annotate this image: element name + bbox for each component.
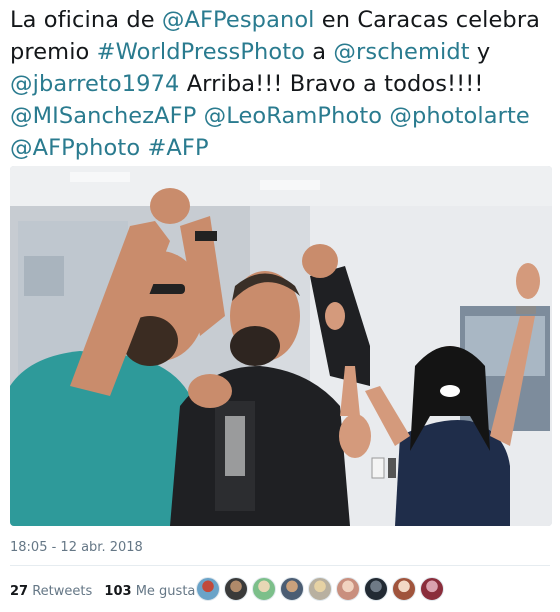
mention-link[interactable]: @rschemidt [333,39,469,65]
avatar[interactable] [364,577,388,601]
avatar[interactable] [196,577,220,601]
tweet-stats: 27 Retweets 103 Me gusta [10,584,203,599]
tweet-text-segment: Arriba!!! Bravo a todos!!!! [179,71,484,97]
likes-label: Me gusta [135,584,196,599]
tweet-timestamp[interactable]: 18:05 - 12 abr. 2018 [10,540,143,555]
mention-link[interactable]: @LeoRamPhoto [204,103,382,129]
tweet-text-segment: La oficina de [10,7,162,33]
avatar[interactable] [224,577,248,601]
mention-link[interactable]: @jbarreto1974 [10,71,179,97]
tweet-text-segment: y [469,39,491,65]
avatar[interactable] [392,577,416,601]
hashtag-link[interactable]: #WorldPressPhoto [97,39,305,65]
retweets-label: Retweets [32,584,93,599]
tweet-text: La oficina de @AFPespanol en Caracas cel… [10,4,555,164]
mention-link[interactable]: @AFPespanol [162,7,315,33]
tweet-photo[interactable] [10,166,552,526]
divider [10,565,550,566]
tweet-text-segment: a [305,39,334,65]
liker-avatars [196,577,448,601]
avatar[interactable] [308,577,332,601]
avatar[interactable] [336,577,360,601]
avatar[interactable] [420,577,444,601]
mention-link[interactable]: @AFPphoto [10,135,140,161]
likes-stat[interactable]: 103 Me gusta [104,584,195,599]
tweet-text-segment [196,103,203,129]
hashtag-link[interactable]: #AFP [147,135,208,161]
avatar[interactable] [252,577,276,601]
retweets-count: 27 [10,584,29,599]
likes-count: 103 [104,584,132,599]
mention-link[interactable]: @photolarte [389,103,529,129]
celebration-photo [10,166,552,526]
retweets-stat[interactable]: 27 Retweets [10,584,92,599]
avatar[interactable] [280,577,304,601]
mention-link[interactable]: @MISanchezAFP [10,103,196,129]
